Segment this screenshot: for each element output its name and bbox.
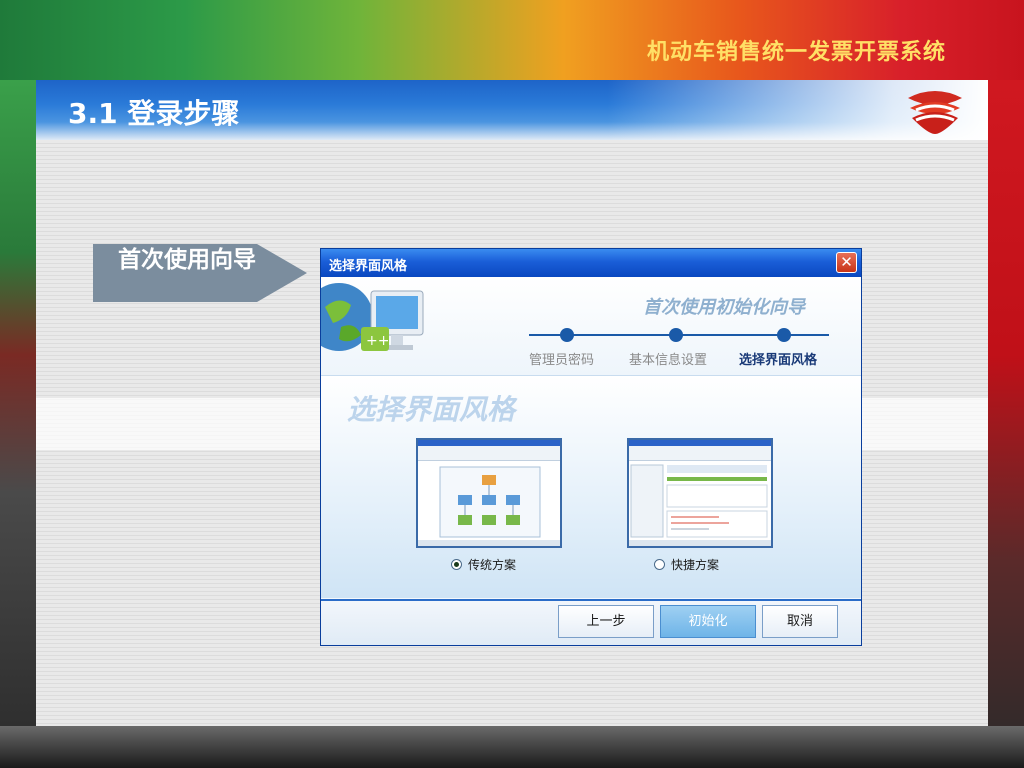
heart-stack-logo-icon — [908, 91, 962, 134]
step-label-admin-password: 管理员密码 — [529, 353, 595, 368]
step-label-basic-info: 基本信息设置 — [629, 353, 708, 368]
step-dot-3 — [777, 328, 791, 342]
traditional-layout-thumbnail[interactable] — [416, 438, 562, 548]
quick-layout-thumbnail[interactable] — [627, 438, 773, 548]
traditional-flow-icon — [439, 466, 541, 538]
wizard-steps: 管理员密码 基本信息设置 选择界面风格 — [529, 325, 829, 368]
close-icon: ✕ — [840, 253, 853, 271]
callout-first-use-wizard: 首次使用向导 — [93, 244, 307, 302]
wizard-heading: 首次使用初始化向导 — [643, 297, 805, 318]
background-left-edge — [0, 80, 36, 768]
watermark-title: 选择界面风格 — [347, 393, 516, 426]
section-title: 3.1 登录步骤 — [68, 97, 240, 130]
callout-text: 首次使用向导 — [118, 247, 256, 273]
option-quick-label: 快捷方案 — [671, 558, 720, 572]
cancel-button[interactable]: 取消 — [762, 605, 838, 638]
radio-traditional[interactable] — [451, 559, 462, 570]
dialog-body: 选择界面风格 传统方案 快捷方案 — [321, 376, 861, 598]
previous-step-button[interactable]: 上一步 — [558, 605, 654, 638]
dialog-footer: 上一步 初始化 取消 — [321, 599, 861, 645]
radio-quick[interactable] — [654, 559, 665, 570]
background-right-edge — [988, 80, 1024, 768]
option-traditional[interactable]: 传统方案 — [451, 556, 516, 573]
option-quick[interactable]: 快捷方案 — [654, 556, 719, 573]
svg-text:++: ++ — [366, 333, 389, 349]
step-dot-1 — [560, 328, 574, 342]
background-bottom-edge — [0, 726, 1024, 768]
initialize-button[interactable]: 初始化 — [660, 605, 756, 638]
dialog-titlebar[interactable]: 选择界面风格 ✕ — [321, 249, 861, 277]
option-traditional-label: 传统方案 — [468, 558, 517, 572]
system-title: 机动车销售统一发票开票系统 — [646, 40, 946, 65]
close-button[interactable]: ✕ — [836, 252, 857, 273]
quick-layout-grid-icon — [630, 464, 768, 538]
wizard-banner: ++ 首次使用初始化向导 管理员密码 基本信息设置 选择界面风格 — [321, 277, 861, 376]
step-label-select-style: 选择界面风格 — [739, 353, 818, 368]
step-dot-2 — [669, 328, 683, 342]
style-selection-dialog: 选择界面风格 ✕ ++ 首次使用初始化向导 管理员密码 基本信息设置 选择界面风… — [320, 248, 862, 646]
computer-globe-icon: ++ — [321, 283, 424, 351]
dialog-title: 选择界面风格 — [329, 259, 408, 274]
